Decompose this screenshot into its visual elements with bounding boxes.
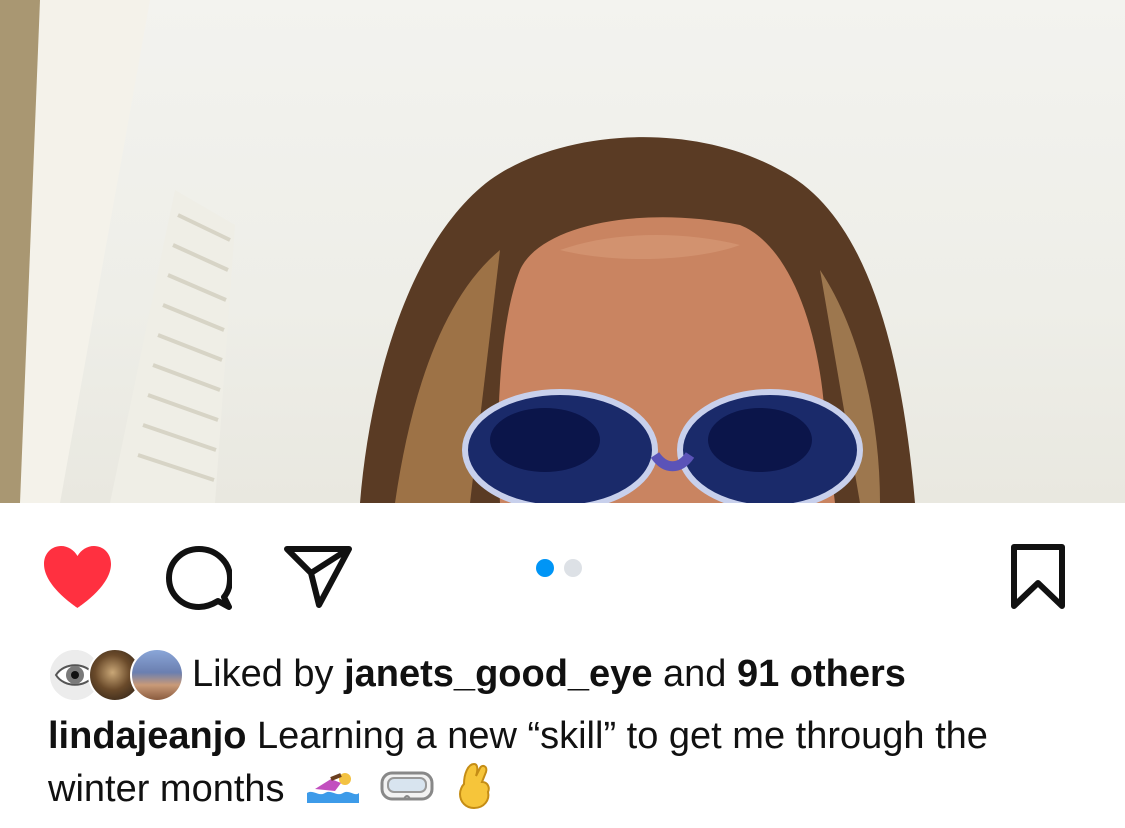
carousel-dot-active: [536, 559, 554, 577]
share-button[interactable]: [283, 543, 353, 609]
liker-avatars: [48, 646, 184, 702]
bookmark-icon: [1011, 544, 1065, 609]
caption-username[interactable]: lindajeanjo: [48, 715, 246, 757]
paper-plane-icon: [284, 546, 352, 608]
goggles-icon: [380, 767, 434, 815]
carousel-indicator: [536, 559, 582, 577]
liked-by-others[interactable]: 91 others: [737, 653, 906, 696]
comment-button[interactable]: [165, 545, 233, 611]
heart-icon: [44, 546, 111, 608]
comment-icon: [166, 546, 232, 610]
save-button[interactable]: [1005, 543, 1071, 611]
liked-by-user[interactable]: janets_good_eye: [344, 653, 652, 696]
crossed-fingers-icon: [454, 760, 494, 822]
liked-by-prefix: Liked by: [192, 652, 334, 695]
avatar: [130, 648, 184, 702]
post-caption: lindajeanjo Learning a new “skill” to ge…: [48, 712, 1088, 822]
like-button[interactable]: [40, 543, 115, 611]
photo-illustration: [0, 0, 915, 503]
likes-summary[interactable]: Liked by janets_good_eye and 91 others: [48, 646, 906, 702]
carousel-dot: [564, 559, 582, 577]
woman-swimming-icon: [305, 767, 360, 815]
liked-by-connector: and: [663, 652, 727, 695]
post-photo[interactable]: [0, 0, 1125, 503]
post-action-bar: [0, 503, 1125, 633]
